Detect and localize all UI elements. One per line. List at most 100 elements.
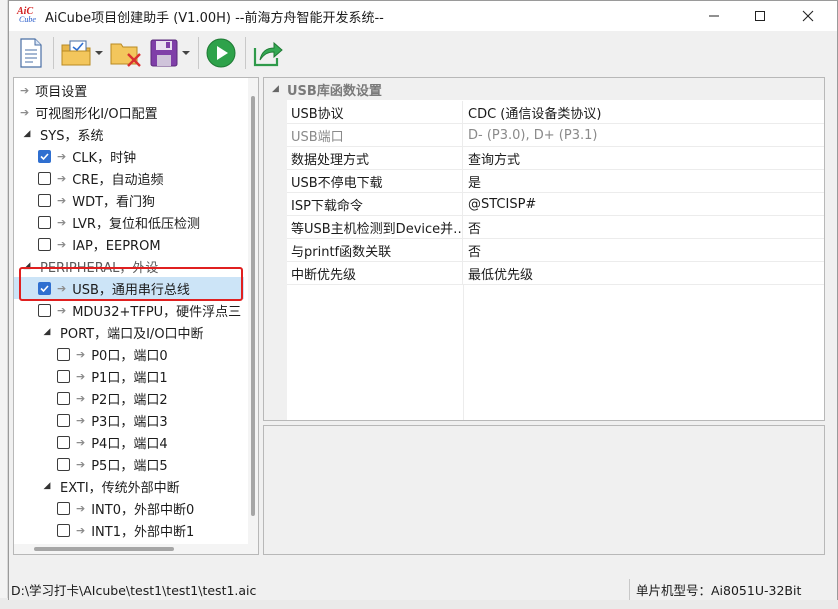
property-value[interactable]: @STCISP# xyxy=(463,193,536,215)
tree-item-checkbox[interactable] xyxy=(38,215,51,229)
tree-item-checkbox[interactable] xyxy=(38,303,51,317)
toolbar-separator xyxy=(53,37,54,69)
tree-arrow-icon: ➔ xyxy=(76,501,86,515)
tree-item-checkbox[interactable] xyxy=(57,501,70,515)
property-category[interactable]: ◢ USB库函数设置 xyxy=(264,78,824,100)
tree-arrow-icon: ➔ xyxy=(76,457,86,471)
tree-vertical-scroll-thumb[interactable] xyxy=(251,96,255,516)
tree-item[interactable]: ➔ P1口，端口1 xyxy=(14,365,244,387)
expand-triangle-icon[interactable]: ◢ xyxy=(22,129,32,139)
property-value[interactable]: 是 xyxy=(463,170,481,192)
tree-item-label: CRE，自动追频 xyxy=(72,172,164,188)
tree-item-label: P3口，端口3 xyxy=(91,414,168,430)
toolbar-separator xyxy=(198,37,199,69)
tree-horizontal-scrollbar[interactable] xyxy=(14,544,250,554)
property-row[interactable]: 数据处理方式 查询方式 xyxy=(287,147,824,170)
config-tree[interactable]: ➔ 项目设置 ➔ 可视图形化I/O口配置 ◢ SYS，系统 ➔ CLK，时钟 ➔ CRE，自动追频… xyxy=(13,77,259,555)
property-value[interactable]: D- (P3.0), D+ (P3.1) xyxy=(463,124,597,146)
tree-item-checkbox[interactable] xyxy=(38,237,51,251)
tree-arrow-icon: ➔ xyxy=(76,413,86,427)
save-button[interactable] xyxy=(149,35,190,71)
property-value[interactable]: CDC (通信设备类协议) xyxy=(463,101,601,123)
maximize-button[interactable] xyxy=(737,1,783,31)
property-row[interactable]: USB不停电下载是 xyxy=(287,170,824,193)
property-grid-margin xyxy=(264,78,287,420)
tree-item-checkbox[interactable] xyxy=(57,457,70,471)
tree-item-checkbox[interactable] xyxy=(38,193,51,207)
export-button[interactable] xyxy=(252,35,284,71)
tree-item[interactable]: ➔ P2口，端口2 xyxy=(14,387,244,409)
tree-item-label: PERIPHERAL，外设 xyxy=(40,260,159,276)
tree-item-checkbox[interactable] xyxy=(38,149,51,163)
tree-arrow-icon: ➔ xyxy=(76,369,86,383)
new-file-icon xyxy=(20,38,42,68)
tree-arrow-icon: ➔ xyxy=(57,215,67,229)
property-row[interactable]: ISP下载命令 @STCISP# xyxy=(287,193,824,216)
tree-item[interactable]: ◢ SYS，系统 xyxy=(14,123,244,145)
new-file-button[interactable] xyxy=(17,35,45,71)
tree-item[interactable]: ➔ P5口，端口5 xyxy=(14,453,244,475)
property-value[interactable]: 最低优先级 xyxy=(463,262,533,284)
property-name: 与printf函数关联 xyxy=(287,239,463,261)
tree-item[interactable]: ◢ EXTI，传统外部中断 xyxy=(14,475,244,497)
tree-arrow-icon: ➔ xyxy=(20,105,30,119)
tree-item[interactable]: ➔ 可视图形化I/O口配置 xyxy=(14,101,244,123)
collapse-triangle-icon[interactable]: ◢ xyxy=(264,84,287,94)
property-name: 数据处理方式 xyxy=(287,147,463,169)
property-value[interactable]: 否 xyxy=(463,239,481,261)
expand-triangle-icon[interactable]: ◢ xyxy=(42,481,52,491)
tree-item[interactable]: ➔ CLK，时钟 xyxy=(14,145,244,167)
tree-item[interactable]: ◢ PERIPHERAL，外设 xyxy=(14,255,244,277)
tree-item-checkbox[interactable] xyxy=(38,281,51,295)
tree-vertical-scrollbar[interactable] xyxy=(248,78,258,554)
close-project-button[interactable] xyxy=(109,35,143,71)
tree-item-label: PORT，端口及I/O口中断 xyxy=(60,326,204,342)
property-column-divider xyxy=(463,285,464,420)
close-button[interactable] xyxy=(785,1,831,31)
tree-item[interactable]: ➔ INT0，外部中断0 xyxy=(14,497,244,519)
tree-item[interactable]: ◢ PORT，端口及I/O口中断 xyxy=(14,321,244,343)
property-row[interactable]: USB协议 CDC (通信设备类协议) xyxy=(287,101,824,124)
tree-item[interactable]: ➔ LVR，复位和低压检测 xyxy=(14,211,244,233)
property-row[interactable]: USB端口 D- (P3.0), D+ (P3.1) xyxy=(287,124,824,147)
expand-triangle-icon[interactable]: ◢ xyxy=(22,261,32,271)
tree-item-checkbox[interactable] xyxy=(57,435,70,449)
expand-triangle-icon[interactable]: ◢ xyxy=(42,327,52,337)
tree-horizontal-scroll-thumb[interactable] xyxy=(34,547,174,551)
status-chip-model: 单片机型号：Ai8051U-32Bit xyxy=(629,579,801,600)
minimize-button[interactable] xyxy=(691,1,737,31)
tree-item[interactable]: ➔ P4口，端口4 xyxy=(14,431,244,453)
tree-item[interactable]: ➔ USB，通用串行总线 xyxy=(14,277,244,299)
property-row[interactable]: 等USB主机检测到Device并… 否 xyxy=(287,216,824,239)
tree-item[interactable]: ➔ P3口，端口3 xyxy=(14,409,244,431)
tree-item[interactable]: ➔ MDU32+TFPU，硬件浮点三 xyxy=(14,299,244,321)
title-bar: AiC Cube AiCube项目创建助手 (V1.00H) --前海方舟智能开… xyxy=(9,1,837,31)
tree-item[interactable]: ➔ P0口，端口0 xyxy=(14,343,244,365)
tree-item[interactable]: ➔ 项目设置 xyxy=(14,79,244,101)
tree-item[interactable]: ➔ WDT，看门狗 xyxy=(14,189,244,211)
tree-item-label: INT0，外部中断0 xyxy=(91,502,195,518)
property-row[interactable]: 与printf函数关联否 xyxy=(287,239,824,262)
property-name: USB协议 xyxy=(287,101,463,123)
property-category-label: USB库函数设置 xyxy=(287,83,382,99)
tree-item-label: P2口，端口2 xyxy=(91,392,168,408)
tree-item-checkbox[interactable] xyxy=(57,523,70,537)
maximize-icon xyxy=(755,11,765,21)
tree-item-checkbox[interactable] xyxy=(57,413,70,427)
open-config-button[interactable] xyxy=(60,35,103,71)
tree-item-checkbox[interactable] xyxy=(57,347,70,361)
tree-item-checkbox[interactable] xyxy=(57,369,70,383)
tree-item[interactable]: ➔ IAP，EEPROM xyxy=(14,233,244,255)
tree-item-checkbox[interactable] xyxy=(57,391,70,405)
property-name: ISP下载命令 xyxy=(287,193,463,215)
run-button[interactable] xyxy=(205,35,237,71)
tree-arrow-icon: ➔ xyxy=(57,237,67,251)
tree-item-checkbox[interactable] xyxy=(38,171,51,185)
tree-item[interactable]: ➔ CRE，自动追频 xyxy=(14,167,244,189)
property-value[interactable]: 否 xyxy=(463,216,481,238)
property-value[interactable]: 查询方式 xyxy=(463,147,520,169)
tree-item[interactable]: ➔ INT1，外部中断1 xyxy=(14,519,244,541)
app-logo-bottom: Cube xyxy=(19,15,36,24)
open-config-icon xyxy=(61,40,91,66)
property-row[interactable]: 中断优先级 最低优先级 xyxy=(287,262,824,285)
